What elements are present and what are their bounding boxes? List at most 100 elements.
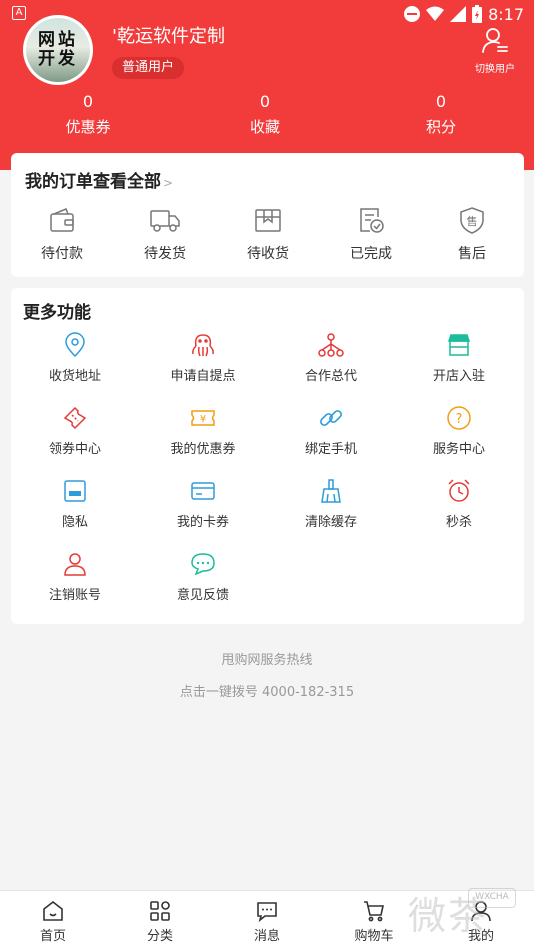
- order-pending-payment[interactable]: 待付款: [22, 205, 102, 263]
- func-label: 开店入驻: [432, 369, 485, 384]
- func-label: 合作总代: [304, 369, 357, 384]
- func-privacy[interactable]: 隐私: [15, 478, 135, 530]
- svg-text:?: ?: [456, 412, 463, 427]
- func-my-coupons[interactable]: ¥ 我的优惠券: [143, 405, 263, 457]
- user-level-badge: 普通用户: [112, 57, 185, 79]
- link-icon: [320, 410, 342, 426]
- stat-value: 0: [435, 92, 447, 111]
- stat-label: 优惠券: [65, 118, 111, 136]
- shop-icon: [447, 334, 471, 356]
- orders-card: 我的订单查看全部 > 待付款 待发货 待收货 已完成 售 售后: [11, 153, 524, 277]
- func-delete-account[interactable]: 注销账号: [15, 551, 135, 603]
- order-pending-shipment[interactable]: 待发货: [125, 205, 205, 263]
- more-functions-title: 更多功能: [23, 303, 91, 323]
- tab-cart[interactable]: 购物车: [339, 899, 409, 944]
- tab-messages[interactable]: 消息: [232, 899, 302, 944]
- func-label: 收货地址: [48, 369, 101, 384]
- stat-points[interactable]: 0 积分: [386, 92, 496, 139]
- status-time: 8:17: [488, 4, 524, 24]
- stat-favorites[interactable]: 0 收藏: [210, 92, 320, 139]
- do-not-disturb-icon: [404, 6, 421, 22]
- message-icon: [257, 902, 277, 923]
- hotline-title: 甩购网服务热线: [221, 653, 313, 668]
- func-my-cards[interactable]: 我的卡券: [143, 478, 263, 530]
- order-label: 待付款: [41, 246, 83, 262]
- func-label: 隐私: [61, 515, 88, 530]
- func-label: 秒杀: [445, 515, 472, 530]
- switch-user-button[interactable]: 切换用户: [470, 26, 520, 75]
- svg-text:售: 售: [467, 214, 478, 228]
- coupon-yen-icon: ¥: [191, 410, 215, 426]
- battery-icon: [472, 5, 483, 23]
- func-coupon-center[interactable]: 领券中心: [15, 405, 135, 457]
- func-label: 清除缓存: [304, 515, 357, 530]
- order-label: 待发货: [144, 246, 186, 262]
- user-icon: [64, 553, 86, 576]
- watermark-badge: WXCHA: [468, 888, 516, 908]
- stat-coupons[interactable]: 0 优惠券: [33, 92, 143, 139]
- chevron-right-icon: >: [163, 176, 174, 190]
- orders-view-all-link[interactable]: 我的订单查看全部 >: [25, 167, 173, 192]
- tab-label: 分类: [146, 929, 173, 944]
- order-label: 已完成: [350, 246, 392, 262]
- func-label: 申请自提点: [170, 369, 236, 384]
- switch-user-icon: [482, 28, 508, 53]
- func-open-store[interactable]: 开店入驻: [399, 332, 519, 384]
- func-label: 绑定手机: [304, 442, 357, 457]
- ticket-icon: [63, 406, 87, 430]
- stat-label: 收藏: [249, 118, 280, 136]
- func-clear-cache[interactable]: 清除缓存: [271, 478, 391, 530]
- username: '乾运软件定制: [112, 26, 225, 47]
- func-bind-phone[interactable]: 绑定手机: [271, 405, 391, 457]
- func-apply-pickup-point[interactable]: 申请自提点: [143, 332, 263, 384]
- func-feedback[interactable]: 意见反馈: [143, 551, 263, 603]
- card-icon: [191, 482, 215, 500]
- stat-label: 积分: [425, 118, 456, 136]
- question-icon: ?: [447, 406, 471, 430]
- tab-label: 我的: [467, 929, 494, 944]
- tab-category[interactable]: 分类: [125, 899, 195, 944]
- octopus-icon: [192, 334, 214, 357]
- cart-icon: [364, 901, 384, 922]
- tab-label: 购物车: [354, 929, 394, 944]
- func-service-center[interactable]: ? 服务中心: [399, 405, 519, 457]
- order-label: 售后: [458, 246, 486, 262]
- package-icon: [255, 209, 281, 232]
- func-shipping-address[interactable]: 收货地址: [15, 332, 135, 384]
- tab-label: 消息: [253, 929, 280, 944]
- func-label: 服务中心: [432, 442, 485, 457]
- tab-home[interactable]: 首页: [18, 899, 88, 944]
- wifi-icon: [426, 6, 445, 21]
- func-label: 我的卡券: [176, 515, 229, 530]
- func-flash-sale[interactable]: 秒杀: [399, 478, 519, 530]
- order-label: 待收货: [247, 246, 289, 262]
- order-completed[interactable]: 已完成: [331, 205, 411, 263]
- after-sales-shield-icon: 售: [460, 207, 484, 234]
- completed-doc-icon: [360, 208, 384, 233]
- signal-icon: [450, 6, 467, 22]
- avatar[interactable]: 网站 开发: [23, 15, 93, 85]
- privacy-card-icon: [64, 480, 86, 502]
- category-icon: [150, 901, 170, 921]
- func-label: 领券中心: [48, 442, 101, 457]
- location-pin-icon: [65, 332, 85, 358]
- notification-a-icon: A: [12, 6, 26, 20]
- order-pending-receipt[interactable]: 待收货: [228, 205, 308, 263]
- avatar-logo-line1: 网站: [38, 30, 78, 50]
- func-partner-agent[interactable]: 合作总代: [271, 332, 391, 384]
- order-after-sales[interactable]: 售 售后: [432, 205, 512, 263]
- more-functions-card: 更多功能 收货地址 申请自提点 合作总代 开店入驻 领券中心 ¥ 我的优惠券 绑…: [11, 288, 524, 624]
- func-label: 意见反馈: [176, 588, 229, 603]
- stats-row: 0 优惠券 0 收藏 0 积分: [0, 92, 534, 142]
- network-icon: [318, 333, 344, 357]
- switch-user-label: 切换用户: [475, 64, 515, 75]
- func-label: 我的优惠券: [170, 442, 236, 457]
- svg-text:¥: ¥: [200, 414, 206, 425]
- alarm-clock-icon: [448, 479, 470, 502]
- avatar-logo-line2: 开发: [38, 49, 78, 69]
- tab-label: 首页: [39, 929, 66, 944]
- stat-value: 0: [82, 92, 94, 111]
- wallet-icon: [50, 208, 74, 232]
- broom-icon: [321, 479, 341, 503]
- hotline-dial-link[interactable]: 点击一键拨号 4000-182-315: [0, 681, 534, 700]
